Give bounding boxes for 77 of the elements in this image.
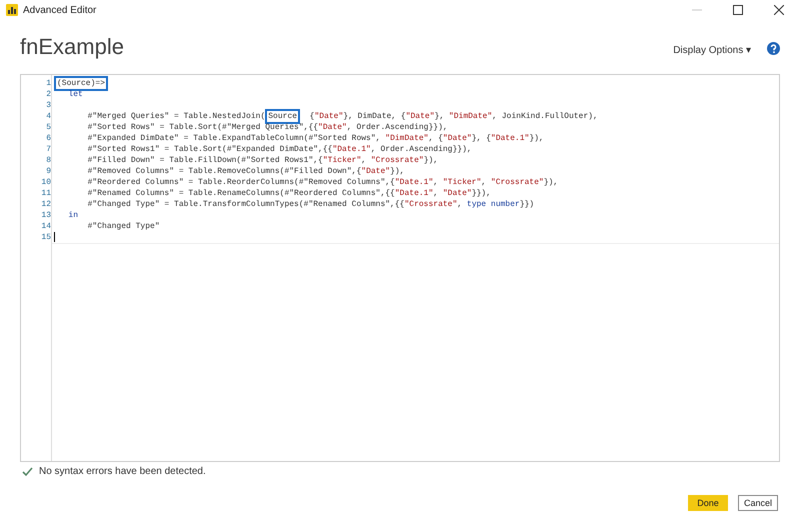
code-token: "Date": [406, 112, 435, 121]
code-token: #"Changed Type" = Table.TransformColumnTypes(#"Renamed Columns",{{: [88, 200, 404, 209]
code-token: , Order.Ascending}}),: [346, 123, 448, 132]
code-token: ,: [481, 178, 488, 187]
highlighted-code: Source: [268, 112, 298, 121]
code-token: #"Merged Queries" = Table.NestedJoin(: [88, 112, 266, 121]
code-token: "Date.1": [490, 134, 530, 143]
code-token: #"Sorted Rows1" = Table.Sort(#"Expanded DimDate",{{: [88, 145, 332, 154]
code-token: ,: [457, 200, 464, 209]
code-token: }}),: [472, 189, 491, 198]
display-options-dropdown[interactable]: Display Options ▾: [673, 44, 751, 56]
code-token: #"Changed Type": [88, 222, 160, 231]
line-number: 11: [40, 188, 51, 199]
code-token: in: [68, 211, 78, 220]
code-token: }, {: [472, 134, 491, 143]
line-number: 13: [40, 210, 51, 221]
code-token: "Ticker": [322, 156, 362, 165]
code-token: let: [68, 90, 83, 99]
code-token: "Date.1": [394, 189, 434, 198]
code-token: "Ticker": [442, 178, 482, 187]
line-number: 4: [45, 111, 51, 122]
checkmark-icon: [22, 466, 33, 476]
maximize-icon: [733, 5, 743, 15]
highlighted-code: (Source)=>: [57, 79, 106, 88]
window-title: Advanced Editor: [23, 4, 98, 16]
code-token: }, DimDate, {: [343, 112, 406, 121]
code-token: "Date": [318, 123, 347, 132]
line-number: 8: [45, 155, 51, 166]
status-message: No syntax errors have been detected.: [39, 466, 206, 477]
close-icon: [774, 5, 784, 15]
code-token: , {: [428, 134, 443, 143]
code-token: "Date": [314, 112, 344, 121]
code-token: ,: [433, 178, 440, 187]
cancel-button[interactable]: Cancel: [738, 495, 778, 511]
line-number: 7: [45, 144, 51, 155]
code-token: , Order.Ascending}}),: [370, 145, 472, 154]
line-number: 15: [40, 232, 51, 243]
code-token: "Crossrate": [490, 178, 544, 187]
code-token: #"Renamed Columns" = Table.RenameColumns(#"Reordered Columns",{{: [88, 189, 395, 198]
code-token: #"Filled Down" = Table.FillDown(#"Sorted Rows1",{: [88, 156, 323, 165]
code-token: }),: [529, 134, 544, 143]
code-token: , JoinKind.FullOuter),: [492, 112, 598, 121]
line-number: 3: [45, 100, 51, 111]
code-token: "DimDate": [385, 134, 428, 143]
code-token: }),: [390, 167, 404, 176]
line-number: 1: [45, 78, 51, 89]
line-number: 14: [40, 221, 51, 232]
code-token: "Date.1": [332, 145, 371, 154]
code-token: },: [434, 112, 446, 121]
code-token: #"Removed Columns" = Table.RemoveColumns(#"Filled Down",{: [88, 167, 362, 176]
code-token: "DimDate": [448, 112, 492, 121]
query-name: fnExample: [20, 34, 125, 60]
code-token: #"Sorted Rows" = Table.Sort(#"Merged Queries",{{: [88, 123, 318, 132]
code-token: "Date": [361, 167, 390, 176]
code-token: ,: [361, 156, 368, 165]
line-number: 2: [45, 89, 51, 100]
code-token: }),: [544, 178, 558, 187]
code-token: }),: [424, 156, 438, 165]
code-token: type number: [466, 200, 520, 209]
done-button[interactable]: Done: [688, 495, 728, 511]
line-number: 10: [40, 177, 51, 188]
code-token: "Date": [442, 189, 472, 198]
line-number: 12: [40, 199, 51, 210]
code-token: "Date.1": [394, 178, 434, 187]
line-number: 6: [45, 133, 51, 144]
code-token: "Crossrate": [404, 200, 458, 209]
app-logo-icon: [6, 4, 18, 16]
line-number: 9: [45, 166, 51, 177]
code-token: "Date": [442, 134, 472, 143]
code-token: }}): [520, 200, 534, 209]
code-token: ,: [433, 189, 440, 198]
line-number: 5: [45, 122, 51, 133]
code-token: #"Expanded DimDate" = Table.ExpandTableColumn(#"Sorted Rows",: [88, 134, 382, 143]
code-token: {: [308, 112, 314, 121]
code-token: "Crossrate": [370, 156, 424, 165]
help-icon[interactable]: [767, 42, 780, 55]
code-token: #"Reordered Columns" = Table.ReorderColumns(#"Removed Columns",{: [88, 178, 395, 187]
